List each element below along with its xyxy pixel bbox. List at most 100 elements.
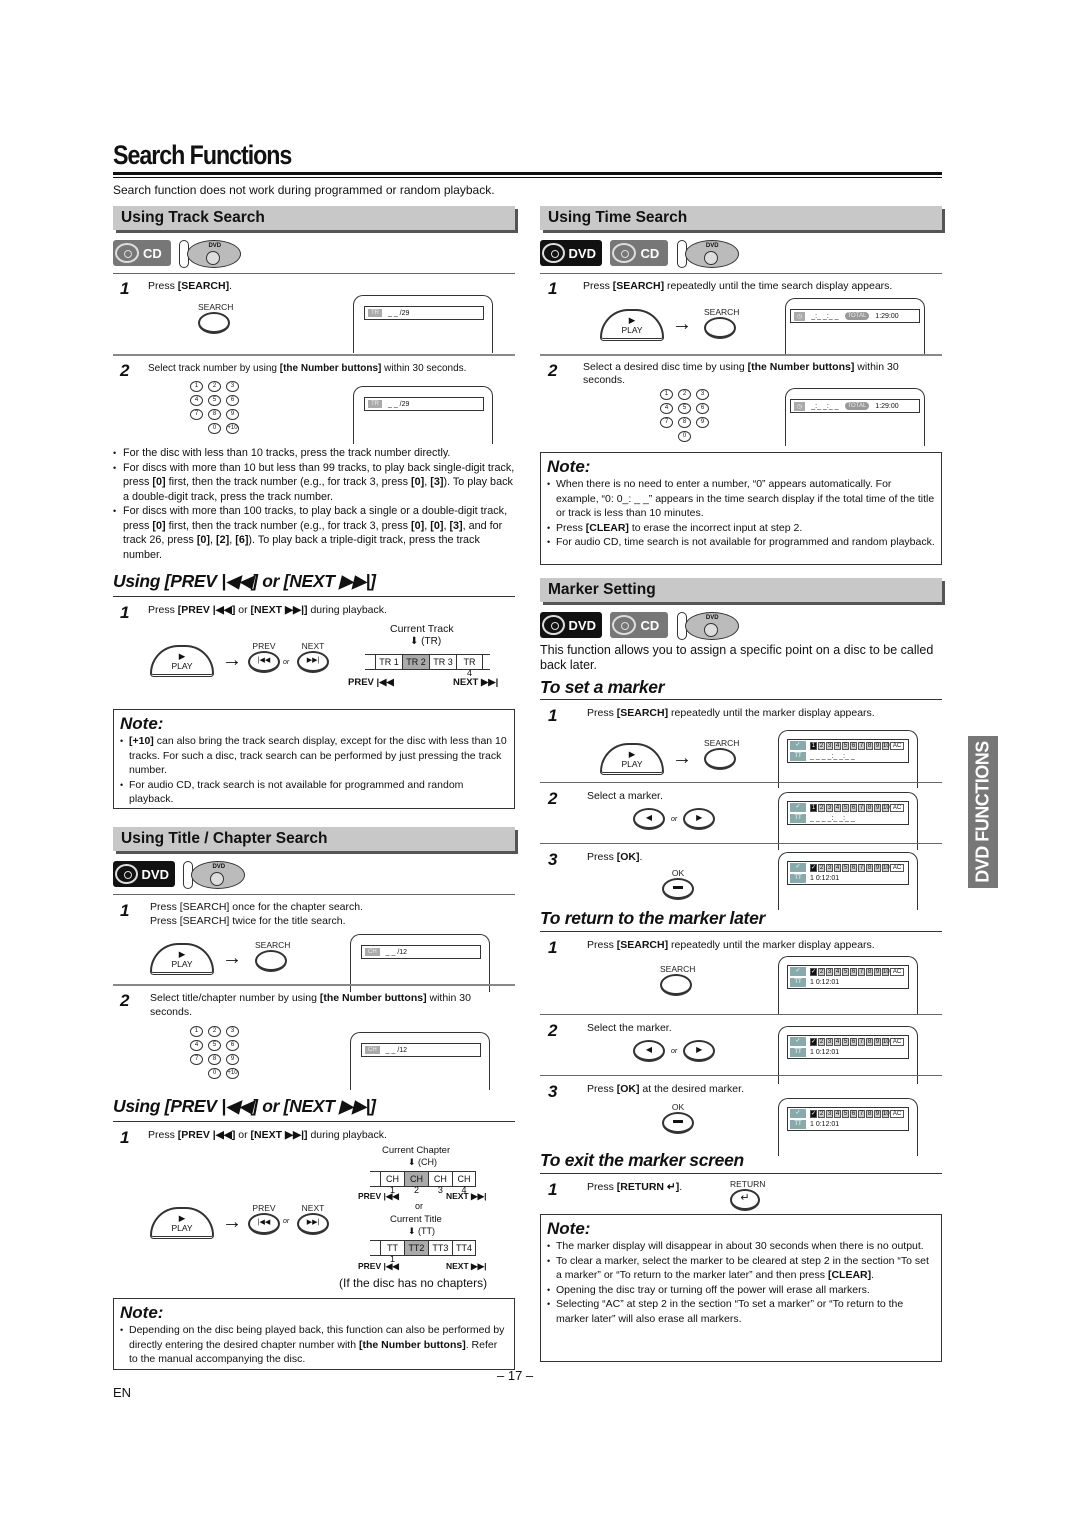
number-key[interactable]: 9 [226,1054,239,1065]
section-heading-title-chapter: Using Title / Chapter Search [113,827,515,851]
prev-button-illustration[interactable]: PREV |◀◀ [248,1203,280,1235]
ok-button-illustration[interactable]: OK ▬ [662,868,694,900]
number-key[interactable]: 1 [190,1026,203,1037]
or-label: or [415,1201,424,1211]
number-key[interactable]: 4 [660,403,673,414]
ok-button-illustration[interactable]: OK ▬ [662,1102,694,1134]
track-icon: TR [368,400,382,408]
tv-marker-display: ✓ ✓ 2 3 4 5 6 7 8 9 10 AC TT 1 0:12:01 [778,852,918,910]
left-arrow-button[interactable]: ◀ [633,1040,665,1062]
divider [540,354,942,356]
tv-marker-display: ✓ 1 2 3 4 5 6 7 8 9 10 AC TT _ _ _ _:_ _:_ _ [778,792,918,850]
number-key[interactable]: 5 [208,1040,221,1051]
number-key[interactable]: 7 [660,417,673,428]
number-key[interactable]: 9 [696,417,709,428]
number-key[interactable]: 1 [190,381,203,392]
left-arrow-button[interactable]: ◀ [633,808,665,830]
prev-button-illustration[interactable]: PREV |◀◀ [248,641,280,673]
next-button-illustration[interactable]: NEXT ▶▶| [297,641,329,673]
marker-description: This function allows you to assign a spe… [540,643,934,672]
disc-badges-track: CD DVD [113,240,242,268]
number-key[interactable]: 3 [226,381,239,392]
number-key[interactable]: 0 [678,431,691,442]
marker-slot: 4 [834,1037,841,1046]
right-arrow-button[interactable]: ▶ [683,808,716,830]
title-rule-thin [113,177,942,178]
number-buttons[interactable]: 1 2 3 4 5 6 7 8 9 0 +10 [190,1026,240,1079]
marker-slot: 3 [826,1037,833,1046]
ok-button-icon: ▬ [662,1112,694,1134]
next-button-illustration[interactable]: NEXT ▶▶| [297,1203,329,1235]
search-button-illustration[interactable]: SEARCH [198,302,233,334]
play-button-illustration[interactable]: ▶ PLAY [150,943,214,975]
nav-cell: TT4 [451,1241,477,1255]
step-text: Select a marker. [587,790,663,802]
arrow-right-icon: → [222,649,242,671]
search-button-illustration[interactable]: SEARCH [704,307,739,339]
number-key[interactable]: 3 [226,1026,239,1037]
marker-slot: 1 [810,803,817,812]
number-key[interactable]: 2 [208,1026,221,1037]
prev-icon: |◀◀ [248,651,280,673]
marker-slot: 8 [866,803,873,812]
search-button-icon [704,317,736,339]
step-number: 1 [548,1180,558,1199]
note-time: Note: When there is no need to enter a n… [540,452,942,565]
number-key[interactable]: 7 [190,409,203,420]
cd-badge: CD [610,240,669,266]
play-button-illustration[interactable]: ▶ PLAY [150,1207,214,1239]
number-key[interactable]: 2 [208,381,221,392]
number-key[interactable]: 4 [190,1040,203,1051]
number-key[interactable]: 9 [226,409,239,420]
right-arrow-button[interactable]: ▶ [683,1040,716,1062]
number-key[interactable]: 5 [208,395,221,406]
number-key[interactable]: 8 [208,1054,221,1065]
number-key[interactable]: 1 [660,389,673,400]
marker-slot: 2 [818,1037,825,1046]
number-key[interactable]: +10 [226,1068,239,1079]
search-button-illustration[interactable]: SEARCH [660,964,695,996]
number-key[interactable]: 8 [678,417,691,428]
play-button-illustration[interactable]: ▶ PLAY [600,743,664,775]
play-button-illustration[interactable]: ▶ PLAY [600,309,664,341]
arrow-right-icon: → [222,1211,242,1233]
number-key[interactable]: 0 [208,423,221,434]
nav-cell: CH 4 [451,1172,477,1195]
marker-slot: 7 [858,741,865,750]
current-track-abbr: ⬇ (TR) [410,636,442,647]
number-buttons[interactable]: 123 456 7890 [660,389,710,442]
tv-display-time-2: ◷ _:_ _:_ _ TOTAL 1:29:00 [785,388,925,446]
number-key[interactable]: 6 [226,1040,239,1051]
left-right-buttons[interactable]: ◀ or ▶ [633,808,716,830]
marker-slot: 10 [882,803,890,812]
play-button-illustration[interactable]: ▶ PLAY [150,645,214,677]
step-number: 1 [120,1128,130,1147]
marker-slot: 8 [866,967,873,976]
number-key[interactable]: 3 [696,389,709,400]
number-key[interactable]: 0 [208,1068,221,1079]
number-key[interactable]: 6 [696,403,709,414]
number-key[interactable]: +10 [226,423,239,434]
step-number: 1 [120,603,130,622]
step-text: Press [SEARCH] repeatedly until the mark… [587,939,875,951]
search-button-illustration[interactable]: SEARCH [255,940,290,972]
marker-slot: 9 [874,863,881,872]
number-key[interactable]: 2 [678,389,691,400]
search-button-illustration[interactable]: SEARCH [704,738,739,770]
number-key[interactable]: 8 [208,409,221,420]
marker-slot: ✓ [810,967,817,976]
current-title-abbr: ⬇ (TT) [408,1226,436,1236]
left-right-buttons[interactable]: ◀ or ▶ [633,1040,716,1062]
return-button-illustration[interactable]: RETURN ↵ [730,1179,765,1211]
number-key[interactable]: 4 [190,395,203,406]
number-key[interactable]: 6 [226,395,239,406]
number-buttons[interactable]: 1 2 3 4 5 6 7 8 9 0 +10 [190,381,240,434]
number-key[interactable]: 5 [678,403,691,414]
marker-slot: 9 [874,741,881,750]
step-text: Select track number by using [the Number… [148,363,467,374]
number-key[interactable]: 7 [190,1054,203,1065]
marker-slot: 2 [818,803,825,812]
step-number: 2 [548,361,558,380]
marker-slot: 5 [842,967,849,976]
bullet-item: For the disc with less than 10 tracks, p… [113,446,515,461]
